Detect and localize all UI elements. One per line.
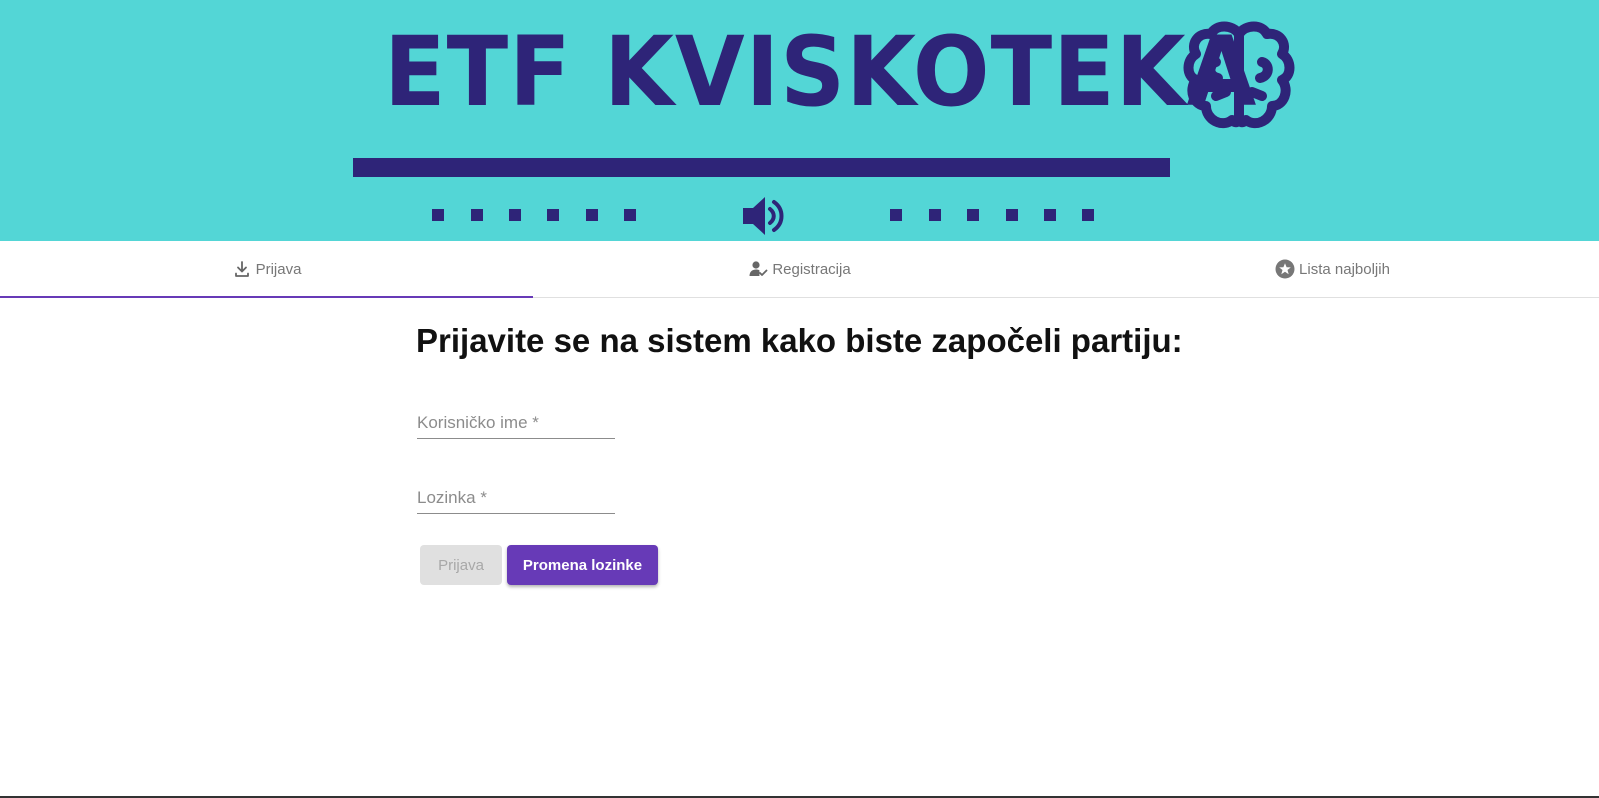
app-title: ETF KVISKOTEKA	[384, 16, 1258, 128]
banner-dot	[586, 209, 598, 221]
password-field[interactable]	[417, 484, 615, 512]
tab-bar: Prijava Registracija Lista najboljih	[0, 241, 1599, 298]
banner-dot	[967, 209, 979, 221]
banner-divider	[353, 158, 1170, 177]
banner-dot	[890, 209, 902, 221]
banner-dot	[929, 209, 941, 221]
change-password-button[interactable]: Promena lozinke	[507, 545, 658, 585]
tab-label: Lista najboljih	[1299, 260, 1390, 278]
header-banner: ETF KVISKOTEKA	[0, 0, 1599, 241]
username-field[interactable]	[417, 409, 615, 437]
person-check-icon	[749, 261, 768, 276]
banner-dot	[1006, 209, 1018, 221]
login-button[interactable]: Prijava	[420, 545, 502, 585]
tab-label: Registracija	[772, 260, 851, 278]
star-circle-icon	[1275, 259, 1295, 279]
banner-dot	[1082, 209, 1094, 221]
banner-dot	[624, 209, 636, 221]
page-heading: Prijavite se na sistem kako biste započe…	[416, 322, 1183, 359]
banner-dot	[509, 209, 521, 221]
tab-prijava[interactable]: Prijava	[0, 241, 533, 298]
login-download-icon	[234, 261, 249, 277]
banner-dot	[432, 209, 444, 221]
tab-lista-najboljih[interactable]: Lista najboljih	[1066, 241, 1599, 297]
username-field-wrapper	[417, 409, 615, 439]
brain-icon	[1183, 21, 1295, 129]
tab-registracija[interactable]: Registracija	[533, 241, 1066, 297]
banner-dot	[1044, 209, 1056, 221]
banner-dot	[547, 209, 559, 221]
password-field-wrapper	[417, 484, 615, 514]
speaker-icon[interactable]	[741, 194, 787, 238]
banner-dot	[471, 209, 483, 221]
tab-label: Prijava	[255, 260, 302, 278]
